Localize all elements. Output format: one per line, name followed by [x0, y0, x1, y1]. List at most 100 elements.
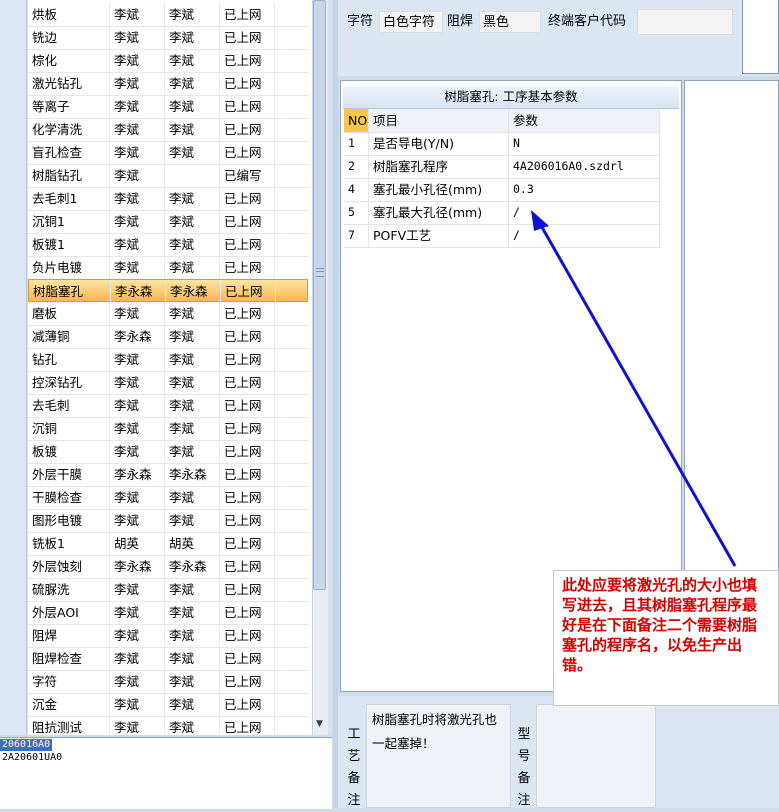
- process-maker: 李斌: [110, 256, 165, 279]
- process-row[interactable]: 控深钻孔 李斌 李斌 已上网: [28, 371, 308, 395]
- process-row[interactable]: 棕化 李斌 李斌 已上网: [28, 49, 308, 73]
- process-row[interactable]: 阻焊检查 李斌 李斌 已上网: [28, 647, 308, 671]
- process-row[interactable]: 图形电镀 李斌 李斌 已上网: [28, 509, 308, 533]
- process-checker: 李斌: [165, 95, 220, 118]
- process-list: 烘板 李斌 李斌 已上网 铣边 李斌 李斌 已上网 棕化 李斌 李斌 已上网 激光钻孔 李斌 李斌 已上网 等离…: [28, 0, 312, 735]
- process-maker: 李斌: [110, 210, 165, 233]
- process-row[interactable]: 沉金 李斌 李斌 已上网: [28, 693, 308, 717]
- process-maker: 李斌: [110, 670, 165, 693]
- param-value: /: [509, 224, 660, 247]
- process-status: 已上网: [220, 394, 275, 417]
- process-row[interactable]: 阻抗测试 李斌 李斌 已上网: [28, 716, 308, 735]
- process-name: 板镀1: [28, 233, 110, 256]
- process-row[interactable]: 去毛刺1 李斌 李斌 已上网: [28, 187, 308, 211]
- process-checker: 李斌: [165, 302, 220, 325]
- process-row[interactable]: 树脂塞孔 李永森 李永森 已上网: [28, 279, 308, 303]
- process-maker: 李永森: [110, 463, 165, 486]
- solder-label: 阻焊: [447, 14, 474, 29]
- process-row[interactable]: 铣边 李斌 李斌 已上网: [28, 26, 308, 50]
- process-maker: 李斌: [110, 417, 165, 440]
- process-row[interactable]: 等离子 李斌 李斌 已上网: [28, 95, 308, 119]
- process-checker: 李斌: [165, 670, 220, 693]
- process-maker: 李斌: [110, 187, 165, 210]
- char-field[interactable]: 白色字符: [379, 11, 443, 33]
- process-row[interactable]: 阻焊 李斌 李斌 已上网: [28, 624, 308, 648]
- process-maker: 李斌: [110, 3, 165, 26]
- process-row[interactable]: 去毛刺 李斌 李斌 已上网: [28, 394, 308, 418]
- param-value: /: [509, 201, 660, 224]
- process-row[interactable]: 外层AOI 李斌 李斌 已上网: [28, 601, 308, 625]
- scroll-down-arrow-icon[interactable]: ▼: [313, 716, 326, 733]
- process-name: 外层干膜: [28, 463, 110, 486]
- process-maker: 李斌: [110, 716, 165, 735]
- params-row[interactable]: 5 塞孔最大孔径(mm) /: [344, 201, 660, 225]
- process-row[interactable]: 板镀1 李斌 李斌 已上网: [28, 233, 308, 257]
- scrollbar-thumb[interactable]: [313, 0, 326, 590]
- model-memo-field[interactable]: [536, 704, 656, 808]
- program-line[interactable]: 2A20601UA0: [2, 752, 62, 764]
- params-row[interactable]: 1 是否导电(Y/N) N: [344, 132, 660, 156]
- param-item: 树脂塞孔程序: [369, 155, 509, 178]
- process-status: 已上网: [220, 49, 275, 72]
- process-checker: 李斌: [165, 187, 220, 210]
- process-status: 已上网: [220, 256, 275, 279]
- splitter[interactable]: [333, 0, 338, 808]
- process-checker: 李斌: [165, 417, 220, 440]
- header-item: 项目: [369, 109, 509, 132]
- process-status: 已上网: [220, 325, 275, 348]
- program-line-selected[interactable]: 206016A0: [0, 739, 53, 751]
- process-row[interactable]: 外层蚀刻 李永森 李永森 已上网: [28, 555, 308, 579]
- process-name: 化学清洗: [28, 118, 110, 141]
- process-row[interactable]: 树脂钻孔 李斌 已编写: [28, 164, 308, 188]
- process-name: 外层AOI: [28, 601, 110, 624]
- params-header-row: NO 项目 参数: [344, 109, 660, 133]
- process-checker: 李斌: [165, 72, 220, 95]
- process-row[interactable]: 干膜检查 李斌 李斌 已上网: [28, 486, 308, 510]
- process-status: 已上网: [220, 486, 275, 509]
- process-checker: 李斌: [165, 141, 220, 164]
- process-checker: 李斌: [165, 647, 220, 670]
- process-maker: 李斌: [110, 118, 165, 141]
- process-status: 已上网: [220, 440, 275, 463]
- annotation-note: 此处应要将激光孔的大小也填写进去，且其树脂塞孔程序最好是在下面备注二个需要树脂塞…: [553, 570, 779, 706]
- process-row[interactable]: 钻孔 李斌 李斌 已上网: [28, 348, 308, 372]
- process-row[interactable]: 沉铜1 李斌 李斌 已上网: [28, 210, 308, 234]
- params-row[interactable]: 2 树脂塞孔程序 4A206016A0.szdrl: [344, 155, 660, 179]
- solder-field[interactable]: 黑色: [479, 11, 541, 33]
- process-checker: 李永森: [165, 555, 220, 578]
- process-row[interactable]: 激光钻孔 李斌 李斌 已上网: [28, 72, 308, 96]
- process-checker: 李斌: [165, 3, 220, 26]
- scrollbar-grip-icon: [316, 268, 324, 277]
- process-checker: 李永森: [166, 280, 221, 303]
- process-row[interactable]: 沉铜 李斌 李斌 已上网: [28, 417, 308, 441]
- process-row[interactable]: 外层干膜 李永森 李永森 已上网: [28, 463, 308, 487]
- process-row[interactable]: 负片电镀 李斌 李斌 已上网: [28, 256, 308, 280]
- process-row[interactable]: 烘板 李斌 李斌 已上网: [28, 3, 308, 27]
- process-row[interactable]: 铣板1 胡英 胡英 已上网: [28, 532, 308, 556]
- process-name: 烘板: [28, 3, 110, 26]
- process-row[interactable]: 板镀 李斌 李斌 已上网: [28, 440, 308, 464]
- process-row[interactable]: 减薄铜 李永森 李斌 已上网: [28, 325, 308, 349]
- process-memo-field[interactable]: 树脂塞孔时将激光孔也一起塞掉！: [366, 704, 511, 808]
- process-status: 已上网: [220, 141, 275, 164]
- process-row[interactable]: 字符 李斌 李斌 已上网: [28, 670, 308, 694]
- process-name: 去毛刺1: [28, 187, 110, 210]
- process-checker: 李斌: [165, 210, 220, 233]
- process-name: 磨板: [28, 302, 110, 325]
- process-checker: 李斌: [165, 693, 220, 716]
- process-name: 钻孔: [28, 348, 110, 371]
- process-maker: 李永森: [110, 555, 165, 578]
- params-row[interactable]: 4 塞孔最小孔径(mm) 0.3: [344, 178, 660, 202]
- process-status: 已上网: [220, 716, 275, 735]
- process-name: 树脂塞孔: [29, 280, 111, 303]
- process-row[interactable]: 硫脲洗 李斌 李斌 已上网: [28, 578, 308, 602]
- process-row[interactable]: 磨板 李斌 李斌 已上网: [28, 302, 308, 326]
- param-value: 0.3: [509, 178, 660, 201]
- params-row[interactable]: 7 POFV工艺 /: [344, 224, 660, 248]
- process-row[interactable]: 盲孔检查 李斌 李斌 已上网: [28, 141, 308, 165]
- process-maker: 李斌: [110, 302, 165, 325]
- process-maker: 李斌: [110, 601, 165, 624]
- customer-code-field[interactable]: [637, 9, 733, 35]
- process-row[interactable]: 化学清洗 李斌 李斌 已上网: [28, 118, 308, 142]
- side-box: [742, 0, 779, 74]
